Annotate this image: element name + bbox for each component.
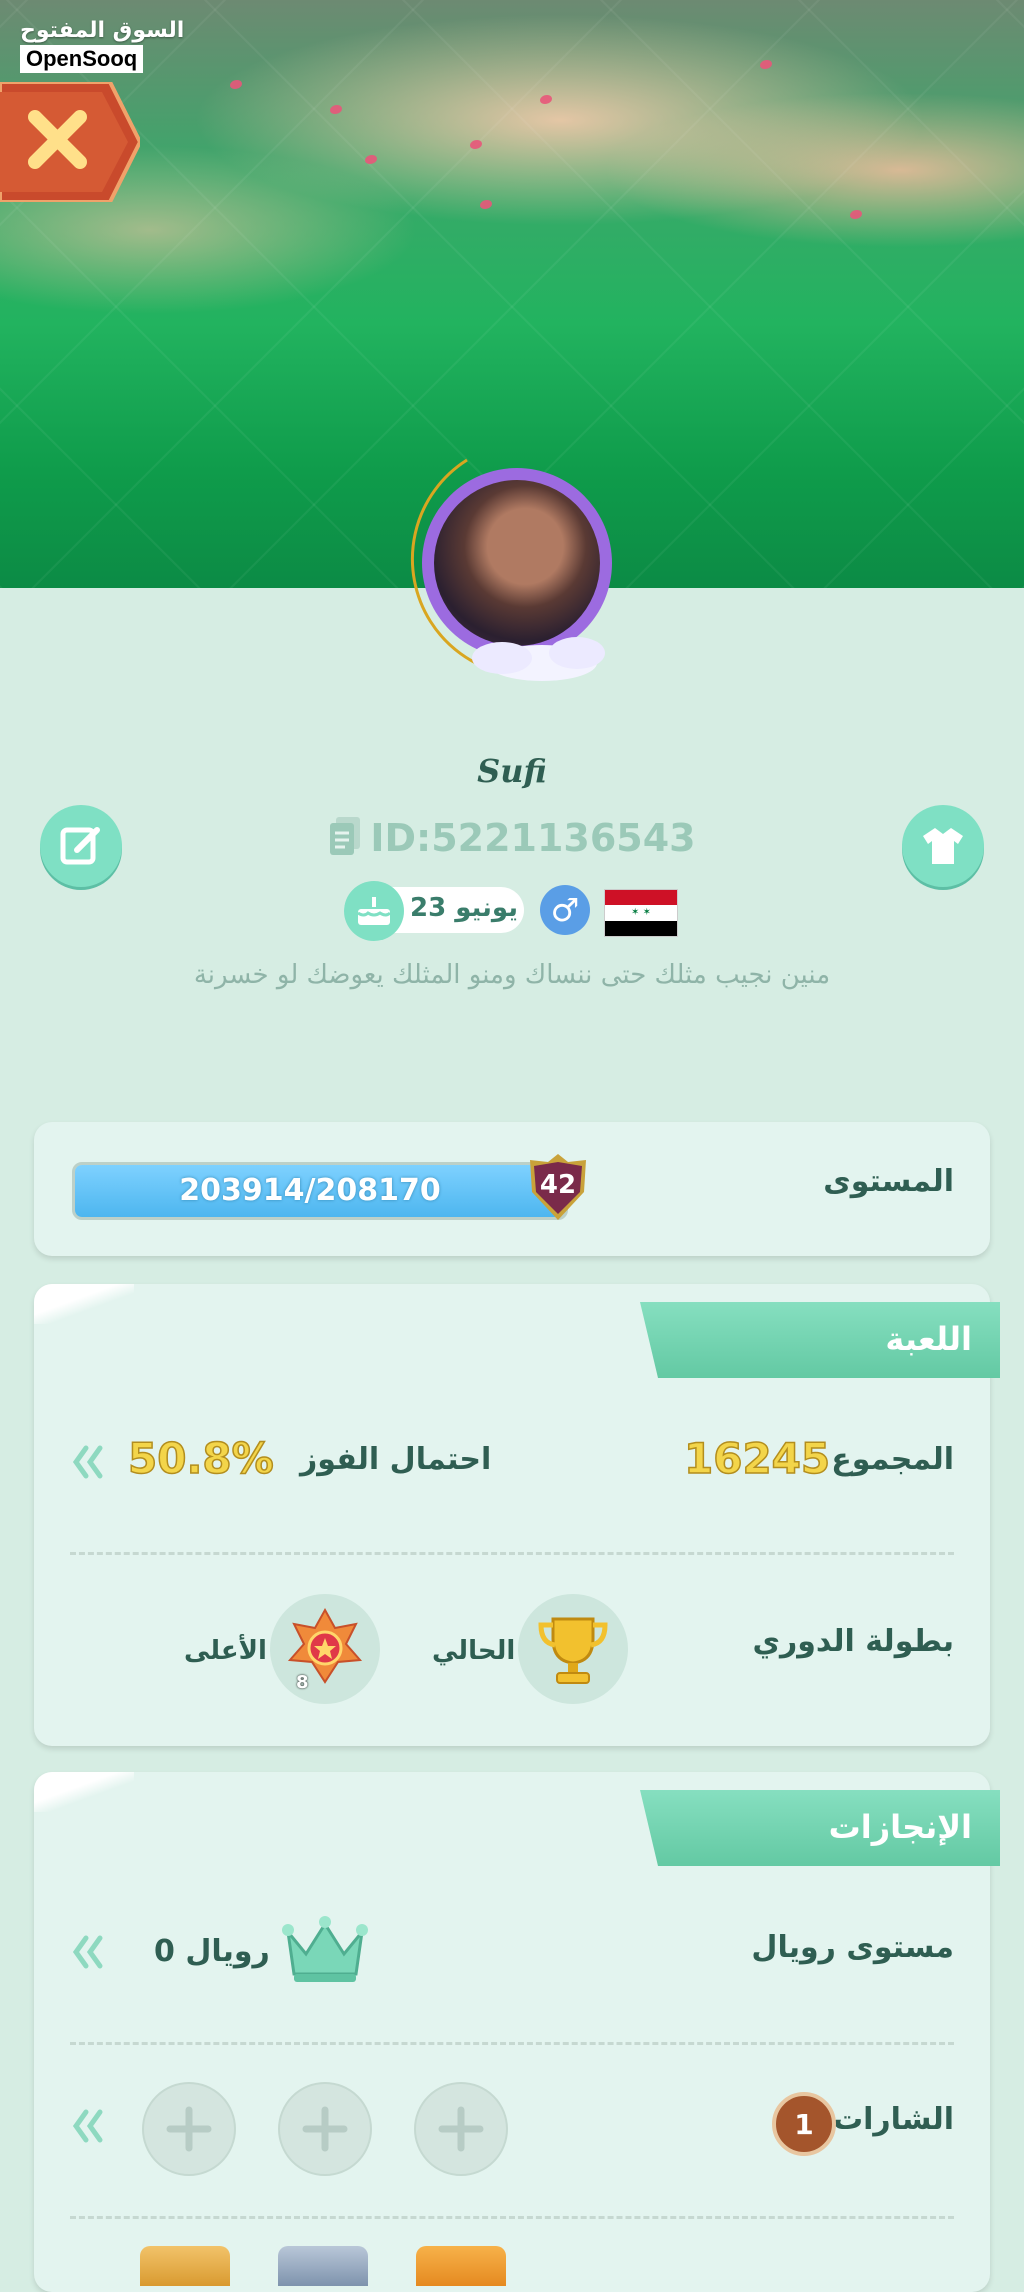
achievement-tile-orange[interactable] bbox=[416, 2246, 506, 2286]
achievement-tile-gold[interactable] bbox=[140, 2246, 230, 2286]
total-games-value: 16245 bbox=[683, 1433, 831, 1484]
game-stats-arrow[interactable] bbox=[70, 1442, 106, 1482]
highest-rank-number: 8 bbox=[296, 1672, 309, 1693]
game-section-title: اللعبة bbox=[885, 1320, 972, 1358]
cake-icon bbox=[344, 881, 404, 941]
level-progress-text: 203914/208170 bbox=[179, 1173, 441, 1208]
watermark-english: OpenSooq bbox=[20, 45, 144, 73]
achievements-section-tab: الإنجازات bbox=[640, 1790, 1000, 1866]
level-card: المستوى 203914/208170 42 bbox=[34, 1122, 990, 1256]
game-section-tab: اللعبة bbox=[640, 1302, 1000, 1378]
divider bbox=[70, 2216, 954, 2219]
level-number: 42 bbox=[539, 1170, 577, 1200]
highest-league-label: الأعلى bbox=[184, 1636, 267, 1666]
badges-arrow[interactable] bbox=[70, 2106, 106, 2146]
plus-icon bbox=[438, 2106, 484, 2152]
level-progress-bar: 203914/208170 bbox=[72, 1162, 568, 1220]
total-games-label: المجموع bbox=[831, 1442, 954, 1477]
badges-count-badge: 1 bbox=[772, 2092, 836, 2156]
league-emblem-icon bbox=[287, 1607, 363, 1684]
profile-motto: منين نجيب مثلك حتى ننساك ومنو المثلك يعو… bbox=[193, 960, 831, 990]
watermark-arabic: السوق المفتوح bbox=[20, 18, 185, 43]
birthday-tag: 23 يونيو bbox=[344, 881, 524, 941]
copy-icon[interactable] bbox=[328, 815, 362, 866]
divider bbox=[70, 1552, 954, 1555]
royal-arrow[interactable] bbox=[70, 1932, 106, 1972]
double-chevron-left-icon bbox=[72, 1445, 103, 1479]
achievement-tile-silver[interactable] bbox=[278, 2246, 368, 2286]
user-id-row[interactable]: ID:5221136543 bbox=[0, 815, 1024, 866]
game-card: اللعبة المجموع 16245 احتمال الفوز 50.8% … bbox=[34, 1284, 1000, 1746]
user-id: ID:5221136543 bbox=[370, 816, 696, 860]
current-league-label: الحالي bbox=[432, 1636, 516, 1666]
level-label: المستوى bbox=[823, 1164, 954, 1199]
royal-level-label: مستوى رويال bbox=[751, 1930, 954, 1965]
win-rate-value: 50.8% bbox=[127, 1433, 274, 1484]
close-icon bbox=[0, 80, 143, 204]
crown-icon bbox=[280, 1914, 370, 1990]
page-fold bbox=[34, 1284, 134, 1324]
badges-label: الشارات bbox=[832, 2102, 954, 2137]
trophy-icon bbox=[538, 1617, 608, 1684]
highest-league-badge[interactable]: 8 bbox=[270, 1594, 380, 1704]
iraq-flag-icon: ✶ ✶ bbox=[604, 889, 678, 937]
avatar-frame[interactable] bbox=[392, 458, 632, 688]
current-league-trophy[interactable] bbox=[518, 1594, 628, 1704]
username: Sufi bbox=[477, 752, 547, 790]
league-label: بطولة الدوري bbox=[752, 1624, 955, 1659]
achievements-card: الإنجازات مستوى رويال رويال 0 الشارات 1 bbox=[34, 1772, 1000, 2292]
achievements-section-title: الإنجازات bbox=[828, 1808, 972, 1846]
badge-slot-add-button[interactable] bbox=[278, 2082, 372, 2176]
plus-icon bbox=[302, 2106, 348, 2152]
male-gender-icon: ♂ bbox=[540, 885, 590, 935]
badge-slot-add-button[interactable] bbox=[414, 2082, 508, 2176]
close-button[interactable] bbox=[0, 80, 143, 204]
badge-slot-add-button[interactable] bbox=[142, 2082, 236, 2176]
divider bbox=[70, 2042, 954, 2045]
level-badge: 42 bbox=[522, 1152, 594, 1224]
birthday-text: 23 يونيو bbox=[410, 893, 518, 923]
plus-icon bbox=[166, 2106, 212, 2152]
crescent-moon-icon bbox=[410, 458, 605, 681]
opensooq-watermark: السوق المفتوح OpenSooq bbox=[20, 18, 184, 73]
win-rate-label: احتمال الفوز bbox=[300, 1442, 492, 1477]
double-chevron-left-icon bbox=[72, 1935, 103, 1969]
royal-level-value: رويال 0 bbox=[154, 1934, 270, 1969]
double-chevron-left-icon bbox=[72, 2109, 103, 2143]
page-fold bbox=[34, 1772, 134, 1812]
